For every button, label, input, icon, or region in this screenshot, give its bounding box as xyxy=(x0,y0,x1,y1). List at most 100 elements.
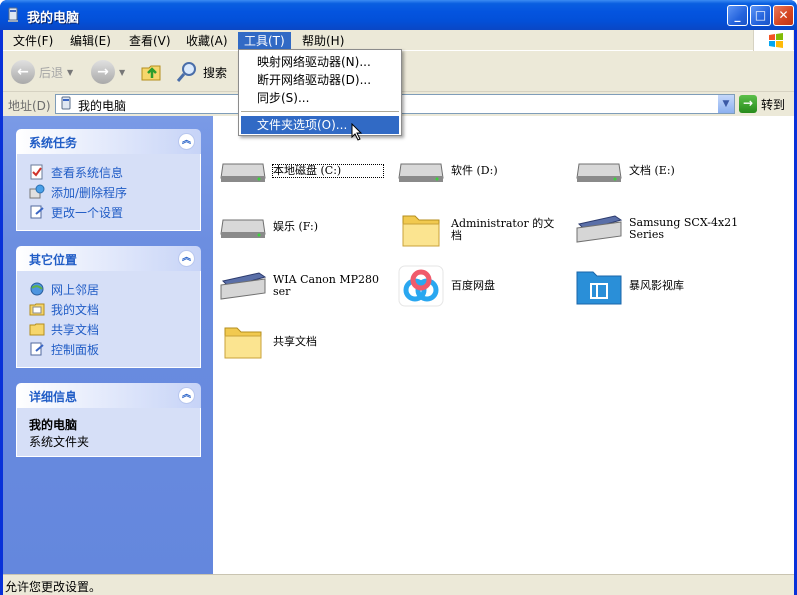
menu-favorites[interactable]: 收藏(A) xyxy=(180,32,234,50)
menu-tools[interactable]: 工具(T) xyxy=(238,32,291,50)
link-my-documents[interactable]: 我的文档 xyxy=(29,299,188,319)
mouse-cursor-icon xyxy=(351,123,363,141)
menu-view[interactable]: 查看(V) xyxy=(123,32,177,50)
item-label: 暴风影视库 xyxy=(629,279,684,292)
details-panel: 详细信息 ︽ 我的电脑 系统文件夹 xyxy=(16,383,201,457)
up-folder-button[interactable] xyxy=(140,57,164,87)
menu-disconnect-network-drive[interactable]: 断开网络驱动器(D)... xyxy=(241,71,399,89)
item-label: Samsung SCX-4x21 Series xyxy=(629,216,739,241)
video-library-icon xyxy=(576,271,622,305)
search-icon xyxy=(176,62,196,82)
menu-map-network-drive[interactable]: 映射网络驱动器(N)... xyxy=(241,53,399,71)
collapse-icon[interactable]: ︽ xyxy=(178,250,195,267)
system-tasks-panel: 系统任务 ︽ 查看系统信息 添加/删除程序 更改一个设置 xyxy=(16,129,201,231)
system-tasks-body: 查看系统信息 添加/删除程序 更改一个设置 xyxy=(16,154,201,231)
my-computer-icon xyxy=(61,96,71,110)
link-label: 我的文档 xyxy=(51,302,100,317)
link-label: 添加/删除程序 xyxy=(51,185,128,200)
menu-synchronize[interactable]: 同步(S)... xyxy=(241,89,399,107)
link-label: 控制面板 xyxy=(51,342,100,357)
collapse-icon[interactable]: ︽ xyxy=(178,387,195,404)
up-folder-icon xyxy=(141,65,161,81)
canon-scanner[interactable]: WIA Canon MP280 ser xyxy=(219,269,383,303)
details-body: 我的电脑 系统文件夹 xyxy=(16,408,201,457)
network-places-icon xyxy=(30,282,44,296)
go-arrow-icon: → xyxy=(739,95,757,113)
hard-drive-icon xyxy=(220,163,266,182)
baidu-netdisk[interactable]: 百度网盘 xyxy=(397,264,561,308)
drive-f[interactable]: 娱乐 (F:) xyxy=(219,212,383,242)
menu-file[interactable]: 文件(F) xyxy=(7,32,59,50)
baofeng-video-library[interactable]: 暴风影视库 xyxy=(575,266,739,306)
details-type: 系统文件夹 xyxy=(29,435,90,449)
task-pane: 系统任务 ︽ 查看系统信息 添加/删除程序 更改一个设置 其它位置 ︽ 网上邻居… xyxy=(3,116,213,574)
item-label: 百度网盘 xyxy=(451,279,495,292)
back-button[interactable]: ← 后退 ▼ xyxy=(11,57,73,87)
system-tasks-header[interactable]: 系统任务 ︽ xyxy=(16,129,201,154)
link-add-remove-programs[interactable]: 添加/删除程序 xyxy=(29,182,188,202)
hard-drive-icon xyxy=(220,219,266,238)
menu-separator xyxy=(241,111,399,112)
tools-menu-dropdown: 映射网络驱动器(N)... 断开网络驱动器(D)... 同步(S)... 文件夹… xyxy=(238,49,402,136)
shared-documents-folder[interactable]: 共享文档 xyxy=(219,322,383,362)
system-tasks-title: 系统任务 xyxy=(29,136,78,150)
link-network-places[interactable]: 网上邻居 xyxy=(29,279,188,299)
menu-folder-options[interactable]: 文件夹选项(O)... xyxy=(241,116,399,134)
drive-c[interactable]: 本地磁盘 (C:) xyxy=(219,156,384,186)
item-label: 娱乐 (F:) xyxy=(273,220,319,233)
other-places-header[interactable]: 其它位置 ︽ xyxy=(16,246,201,271)
search-label: 搜索 xyxy=(203,65,228,80)
link-control-panel[interactable]: 控制面板 xyxy=(29,339,188,359)
drive-d[interactable]: 软件 (D:) xyxy=(397,156,561,186)
item-label: 文档 (E:) xyxy=(629,164,675,177)
address-value: 我的电脑 xyxy=(78,99,127,113)
control-panel-icon xyxy=(30,342,44,356)
minimize-button[interactable]: _ xyxy=(727,5,748,26)
my-documents-icon xyxy=(29,303,45,316)
file-view: 本地磁盘 (C:) 软件 (D:) 文档 (E:) 娱乐 (F:) Admini… xyxy=(213,116,794,574)
item-label: WIA Canon MP280 ser xyxy=(273,273,380,298)
link-change-setting[interactable]: 更改一个设置 xyxy=(29,202,188,222)
forward-button[interactable]: → ▼ xyxy=(91,57,125,87)
other-places-body: 网上邻居 我的文档 共享文档 控制面板 xyxy=(16,271,201,368)
scanner-icon xyxy=(220,272,267,300)
link-view-system-info[interactable]: 查看系统信息 xyxy=(29,162,188,182)
windows-flag-icon xyxy=(769,33,783,48)
go-label: 转到 xyxy=(761,97,786,112)
search-button[interactable]: 搜索 xyxy=(175,57,227,87)
back-arrow-icon: ← xyxy=(11,60,35,84)
details-title: 详细信息 xyxy=(29,390,78,404)
address-label: 地址(D) xyxy=(8,99,51,113)
hard-drive-icon xyxy=(398,163,444,182)
collapse-icon[interactable]: ︽ xyxy=(178,133,195,150)
hard-drive-icon xyxy=(576,163,622,182)
item-label: 软件 (D:) xyxy=(451,164,498,177)
chevron-down-icon: ▼ xyxy=(119,67,126,77)
go-button[interactable]: → 转到 xyxy=(739,95,785,113)
chevron-down-icon: ▼ xyxy=(67,67,74,77)
menu-help[interactable]: 帮助(H) xyxy=(296,32,350,50)
link-label: 更改一个设置 xyxy=(51,205,124,220)
back-label: 后退 xyxy=(39,65,64,80)
link-shared-documents[interactable]: 共享文档 xyxy=(29,319,188,339)
drive-e[interactable]: 文档 (E:) xyxy=(575,156,739,186)
folder-icon xyxy=(224,327,262,359)
samsung-scanner[interactable]: Samsung SCX-4x21 Series xyxy=(575,212,739,246)
window-title: 我的电脑 xyxy=(27,11,80,26)
explorer-window: 我的电脑 _ □ ✕ 文件(F) 编辑(E) 查看(V) 收藏(A) 工具(T)… xyxy=(0,0,797,595)
item-label: Administrator 的文档 xyxy=(451,217,555,242)
control-panel-icon xyxy=(30,205,44,219)
maximize-button[interactable]: □ xyxy=(750,5,771,26)
shared-folder-icon xyxy=(29,323,45,336)
link-label: 网上邻居 xyxy=(51,282,100,297)
admin-documents-folder[interactable]: Administrator 的文档 xyxy=(397,210,561,250)
system-info-icon xyxy=(30,164,43,180)
close-button[interactable]: ✕ xyxy=(773,5,794,26)
address-dropdown-button[interactable]: ▼ xyxy=(718,95,734,113)
title-bar[interactable]: 我的电脑 _ □ ✕ xyxy=(0,0,797,30)
menu-edit[interactable]: 编辑(E) xyxy=(64,32,117,50)
details-header[interactable]: 详细信息 ︽ xyxy=(16,383,201,408)
link-label: 共享文档 xyxy=(51,322,100,337)
status-text: 允许您更改设置。 xyxy=(5,580,102,594)
menu-bar: 文件(F) 编辑(E) 查看(V) 收藏(A) 工具(T) 帮助(H) xyxy=(3,30,794,51)
